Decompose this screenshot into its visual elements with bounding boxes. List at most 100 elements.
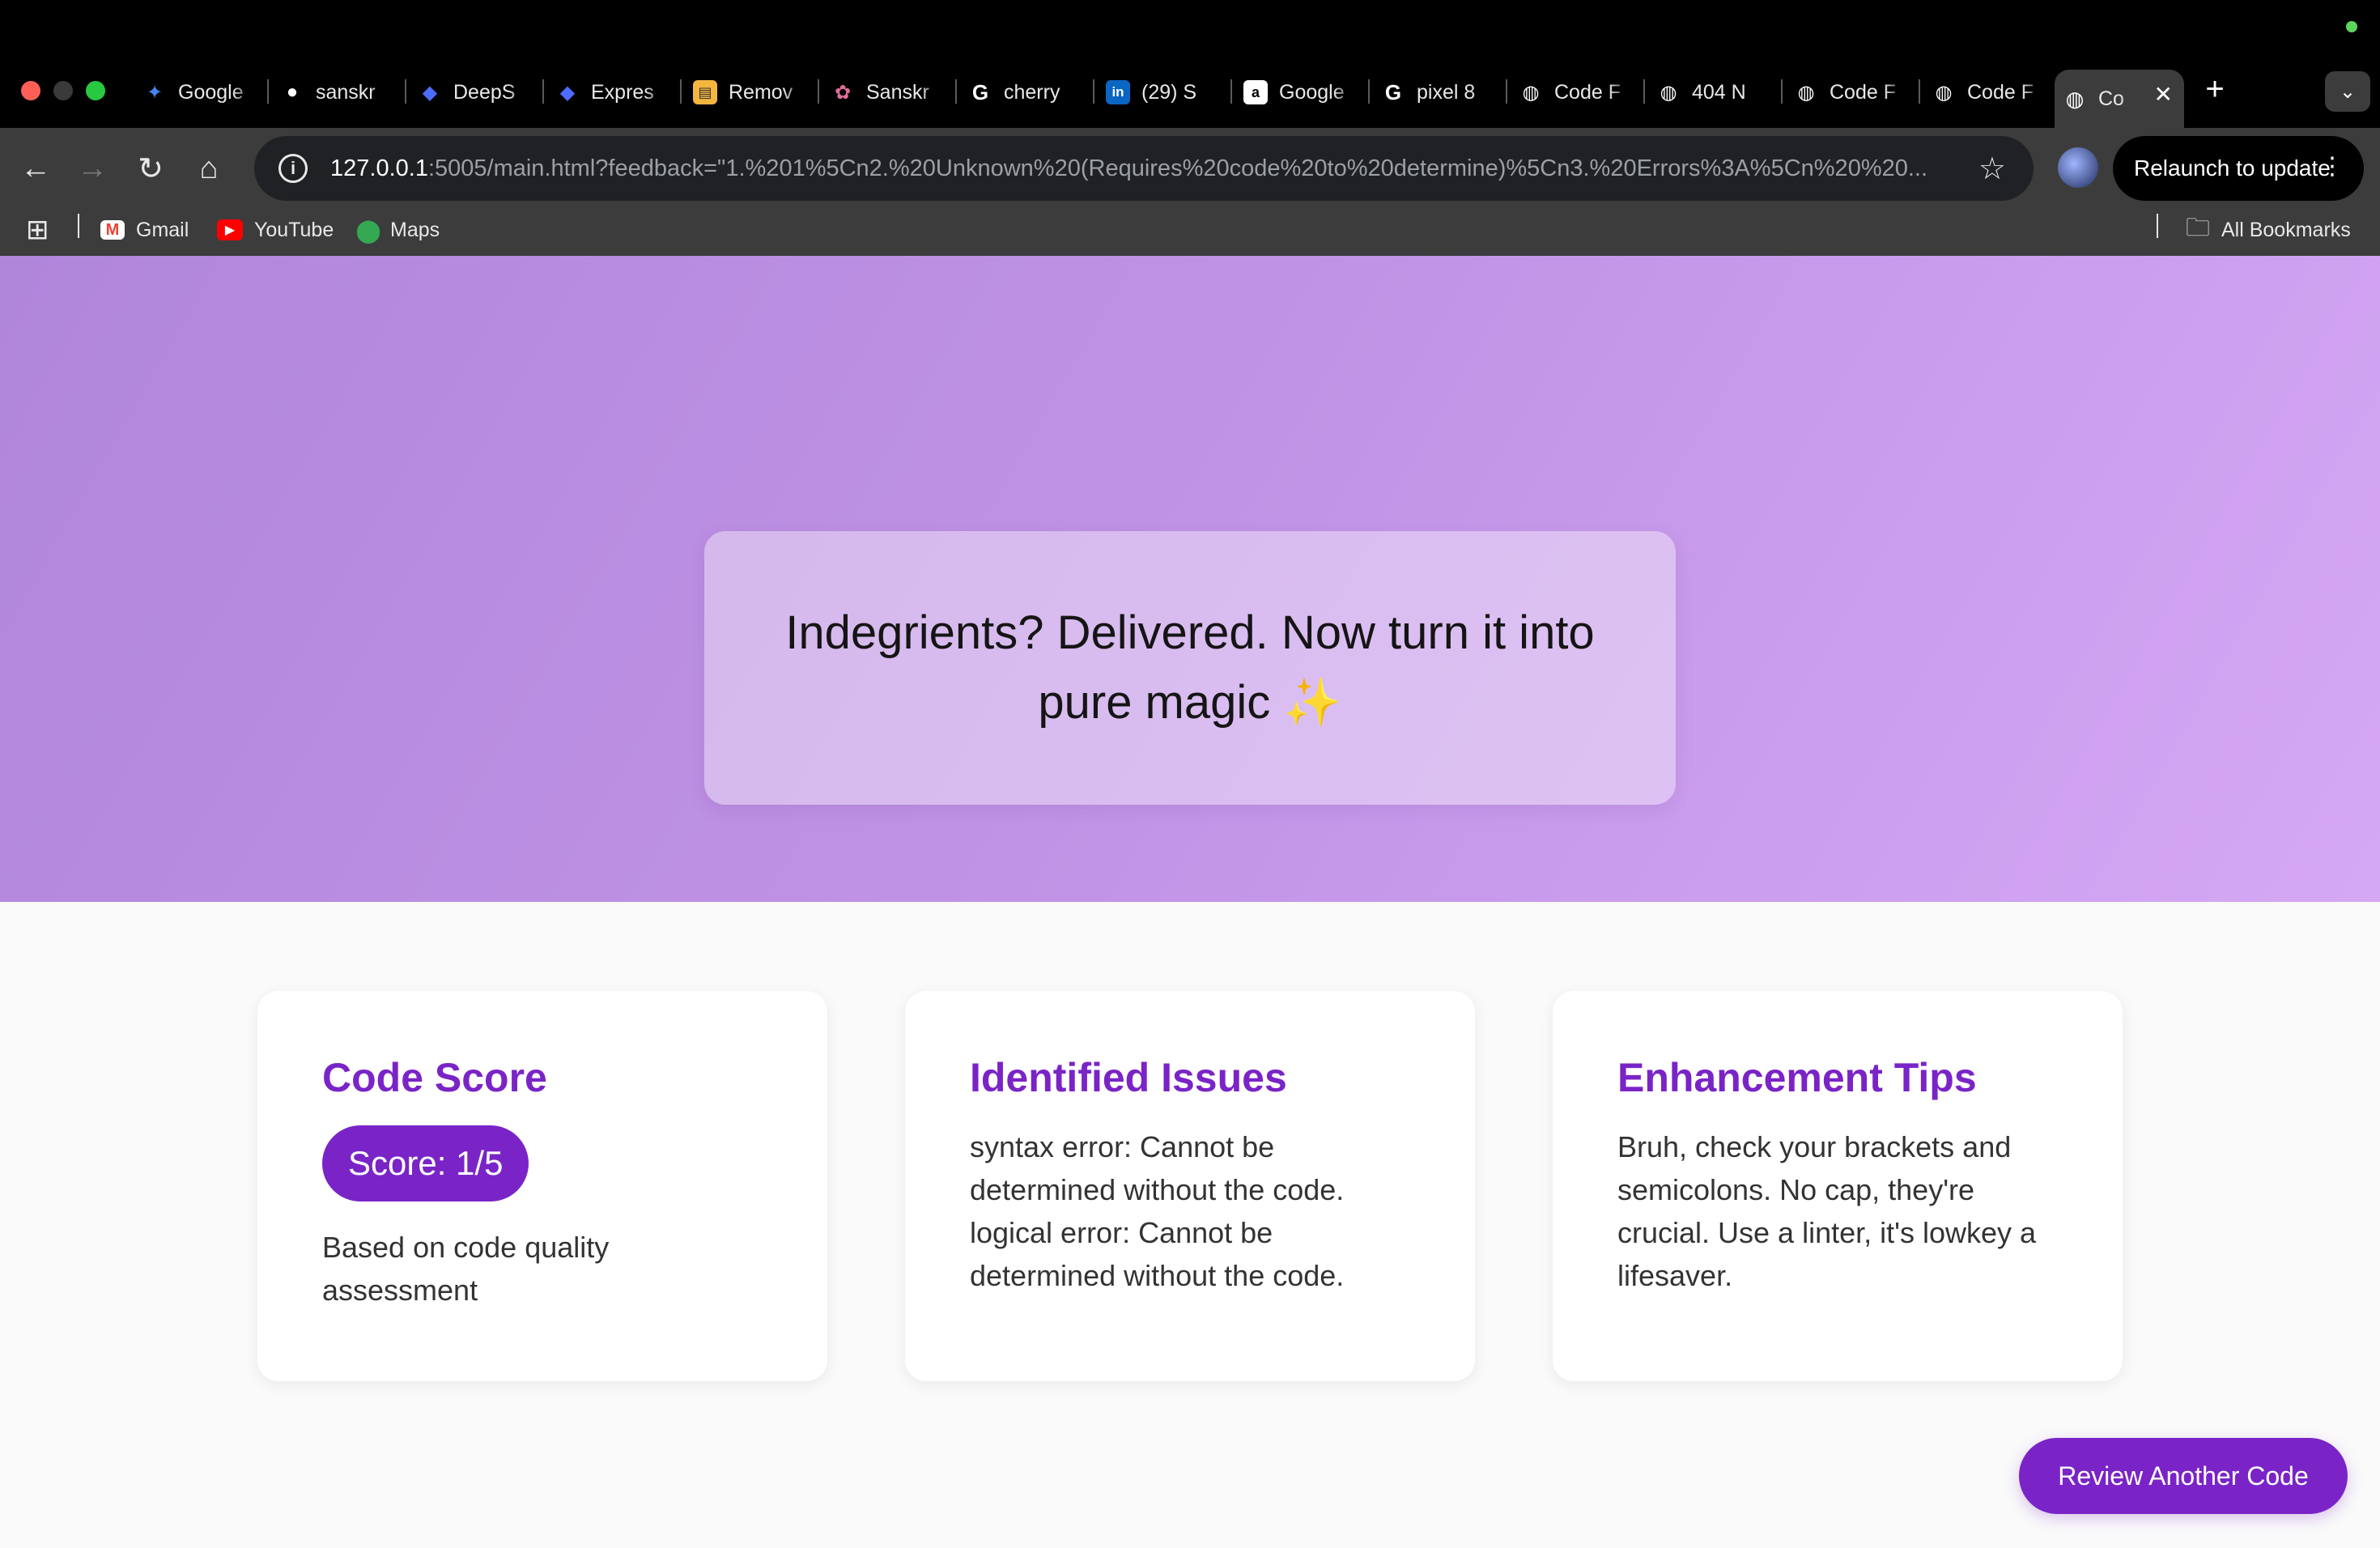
tab[interactable]: ● sanskr [272,70,402,115]
close-window-button[interactable] [21,81,40,100]
tab-label: Code F [1967,80,2034,104]
tab-divider [1506,79,1507,104]
bookmark-label: Maps [390,218,440,241]
tab-divider [1643,79,1645,104]
amazon-icon: a [1243,80,1268,104]
tab-divider [542,79,544,104]
forward-button[interactable]: → [68,144,117,193]
tab[interactable]: ✿ Sanskr [822,70,952,115]
address-bar[interactable]: i 127.0.0.1 :5005/main.html?feedback="1.… [254,136,2034,201]
tab[interactable]: ◆ Expres [547,70,677,115]
tab-label: DeepS [453,80,516,104]
all-bookmarks-button[interactable]: 🗀 All Bookmarks [2186,212,2351,248]
hero-heading: Indegrients? Delivered. Now turn it into… [769,598,1611,738]
bookmark-maps[interactable]: ⬤ Maps [355,212,440,248]
tab-label: Code F [1830,80,1896,104]
card-title: Enhancement Tips [1617,1055,1977,1100]
score-caption: Based on code quality assessment [322,1231,610,1307]
tab-label: 404 N [1692,80,1746,104]
tab-divider [1093,79,1094,104]
tips-text: Bruh, check your brackets and semicolons… [1617,1130,2037,1292]
all-bookmarks-label: All Bookmarks [2221,218,2351,241]
tab-divider [955,79,957,104]
tab[interactable]: ◍ 404 N [1648,70,1778,115]
google-icon: G [1384,79,1402,104]
issues-card: Identified Issues syntax error: Cannot b… [905,991,1475,1381]
home-button[interactable]: ⌂ [185,144,233,193]
tab-active[interactable]: ◍ Co ✕ [2055,70,2184,128]
tab[interactable]: ◍ Code F [1923,70,2053,115]
tips-card: Enhancement Tips Bruh, check your bracke… [1553,991,2123,1381]
deepseek-icon: ◆ [559,81,576,104]
divider [2157,214,2158,238]
deepseek-icon: ◆ [422,81,438,104]
menu-dots-icon[interactable]: ⋮ [2320,152,2344,181]
globe-icon: ◍ [1522,81,1540,104]
sparkles-icon: ✨ [1283,676,1342,729]
bookmark-label: Gmail [136,218,189,241]
relaunch-button[interactable]: Relaunch to update ⋮ [2113,136,2364,201]
flower-icon: ✿ [834,81,852,104]
github-icon: ● [286,81,299,103]
issue-item: syntax error: Cannot be determined witho… [970,1130,1345,1206]
globe-icon: ◍ [1935,81,1953,104]
tab[interactable]: ▤ Remov [685,70,814,115]
status-indicator [2346,21,2357,32]
hero-section: Indegrients? Delivered. Now turn it into… [0,256,2380,902]
tab-label: sanskr [316,80,376,104]
linkedin-icon: in [1106,80,1130,104]
google-icon: G [971,79,989,104]
gemini-icon: ✦ [146,81,164,104]
reload-button[interactable]: ↻ [126,144,175,193]
bookmarks-bar: ⊞ M Gmail ▶ YouTube ⬤ Maps 🗀 All Bookmar… [0,202,2380,257]
apps-grid-icon[interactable]: ⊞ [26,212,49,248]
minimize-window-button[interactable] [53,81,73,100]
card-title: Identified Issues [970,1055,1287,1100]
relaunch-label: Relaunch to update [2134,155,2331,181]
tab-label: Sanskr [866,80,929,104]
site-info-icon[interactable]: i [278,154,308,183]
tab-divider [267,79,269,104]
tab-divider [1368,79,1370,104]
tab[interactable]: a Google [1235,70,1365,115]
maps-icon: ⬤ [355,217,381,243]
hero-card: Indegrients? Delivered. Now turn it into… [704,531,1676,805]
bookmark-youtube[interactable]: ▶ YouTube [217,212,334,248]
tab-search-button[interactable]: ⌄ [2325,71,2370,112]
tab-label: (29) S [1141,80,1197,104]
tab-label: Google [1279,80,1345,104]
tab[interactable]: ◍ Code F [1511,70,1640,115]
close-tab-icon[interactable]: ✕ [2154,81,2173,108]
tab[interactable]: Gcherry [960,70,1090,115]
tab-divider [818,79,819,104]
tab[interactable]: ✦ Google [134,70,264,115]
divider [78,214,79,238]
remove-bg-icon: ▤ [693,80,717,104]
hero-text: Indegrients? Delivered. Now turn it into… [785,606,1595,729]
score-badge: Score: 1/5 [322,1125,529,1201]
back-button[interactable]: ← [11,144,60,193]
url-path: :5005/main.html?feedback="1.%201%5Cn2.%2… [427,155,1928,181]
browser-tab-strip: ✦ Google ● sanskr ◆ DeepS ◆ Expres ▤ Remov ✿ Sanskr… [0,0,2380,136]
tab-label: Google [178,80,244,104]
tab[interactable]: ◍ Code F [1786,70,1915,115]
tab-label: cherry [1004,80,1060,104]
tab[interactable]: ◆ DeepS [410,70,539,115]
folder-icon: 🗀 [2186,214,2210,241]
tab-divider [1919,79,1920,104]
score-card: Code Score Score: 1/5 Based on code qual… [257,991,827,1381]
tab[interactable]: in (29) S [1098,70,1227,115]
profile-avatar[interactable] [2058,147,2098,188]
globe-icon: ◍ [1660,81,1677,104]
new-tab-button[interactable]: + [2199,71,2231,108]
tab[interactable]: Gpixel 8 [1373,70,1502,115]
youtube-icon: ▶ [217,219,243,240]
issue-item: logical error: Cannot be determined with… [970,1216,1345,1292]
review-another-code-button[interactable]: Review Another Code [2019,1438,2348,1514]
globe-icon: ◍ [2065,86,2085,111]
maximize-window-button[interactable] [86,81,105,100]
bookmark-star-icon[interactable]: ☆ [1978,151,2006,187]
bookmark-label: YouTube [254,218,334,241]
bookmark-gmail[interactable]: M Gmail [100,212,189,248]
card-title: Code Score [322,1055,547,1100]
